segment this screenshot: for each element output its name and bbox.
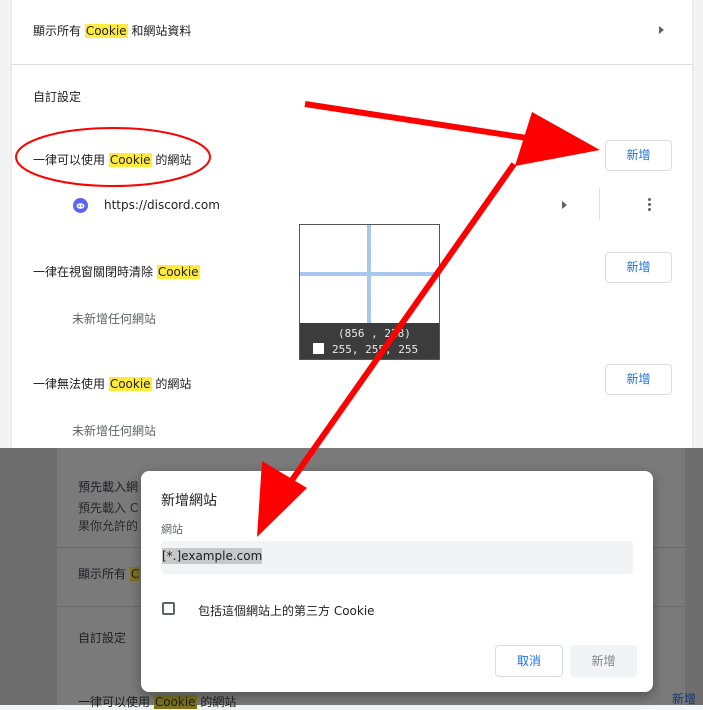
annotation-arrow-shaft	[304, 101, 541, 143]
annotation-ellipse	[15, 127, 211, 187]
annotation-arrow-shaft	[282, 162, 517, 492]
annotation-arrow-head	[515, 112, 600, 166]
annotation-overlay	[15, 101, 600, 537]
